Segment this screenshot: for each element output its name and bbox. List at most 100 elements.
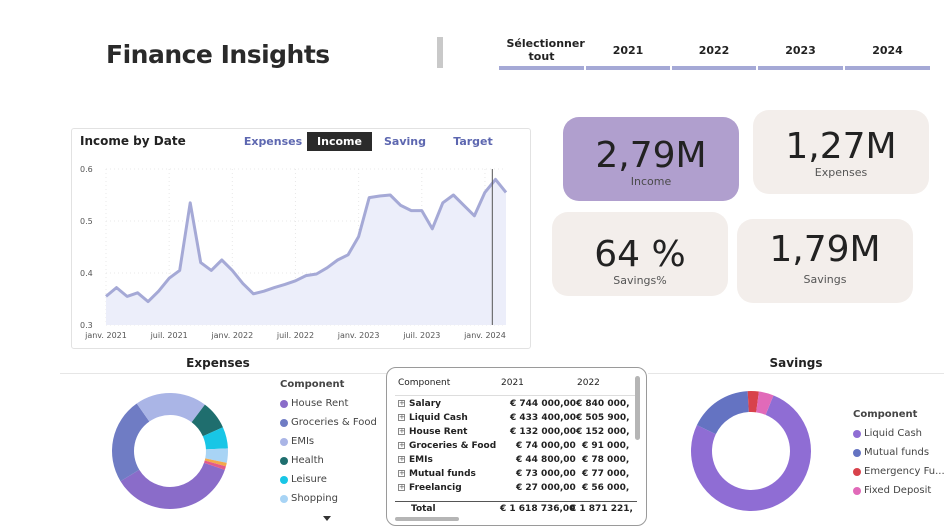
savings-legend-title: Component — [853, 409, 918, 420]
x-tick-label: janv. 2024 — [463, 331, 506, 340]
table-cell: € 433 400,00 — [510, 413, 577, 423]
legend-item-house-rent[interactable]: House Rent — [280, 394, 377, 413]
legend-item-mutual-funds[interactable]: Mutual funds — [853, 443, 945, 462]
horizontal-scrollbar[interactable] — [395, 517, 459, 521]
slicer-2023[interactable]: 2023 — [758, 34, 843, 70]
table-cell: € 44 800,00 — [516, 455, 576, 465]
table-row[interactable]: + EMIs — [398, 455, 433, 465]
legend-item-leisure[interactable]: Leisure — [280, 470, 377, 489]
x-axis-ticks: janv. 2021 juil. 2021 janv. 2022 juil. 2022… — [84, 331, 506, 340]
table-cell: € 74 000,00 — [516, 441, 576, 451]
kpi-expenses-label: Expenses — [814, 166, 868, 179]
header-divider — [437, 37, 443, 68]
kpi-savings-label: Savings — [803, 273, 847, 286]
table-cell: € 91 000, — [582, 441, 630, 451]
kpi-income-value: 2,79M — [595, 135, 707, 176]
matrix-total-2021: € 1 618 736,00 — [500, 504, 576, 514]
legend-swatch — [280, 456, 288, 465]
legend-item-shopping[interactable]: Shopping — [280, 489, 377, 508]
matrix-header-2021[interactable]: 2021 — [501, 378, 524, 388]
component-matrix: Component 2021 2022 + Salary € 744 000,00… — [386, 367, 647, 526]
kpi-savings-pct-label: Savings% — [613, 274, 667, 287]
matrix-header-component[interactable]: Component — [398, 378, 450, 388]
expand-icon[interactable]: + — [398, 484, 405, 491]
kpi-income-card[interactable]: 2,79M Income — [563, 117, 739, 201]
expand-icon[interactable]: + — [398, 428, 405, 435]
table-cell: € 27 000,00 — [516, 483, 576, 493]
table-cell: € 77 000, — [582, 469, 630, 479]
legend-item-health[interactable]: Health — [280, 451, 377, 470]
y-tick-label: 0.5 — [80, 217, 93, 226]
legend-swatch — [853, 486, 861, 495]
x-tick-label: janv. 2023 — [337, 331, 380, 340]
vertical-scrollbar[interactable] — [635, 376, 640, 440]
legend-item-emis[interactable]: EMIs — [280, 432, 377, 451]
kpi-savings-card[interactable]: 1,79M Savings — [737, 219, 913, 303]
kpi-savings-pct-card[interactable]: 64 % Savings% — [552, 212, 728, 296]
legend-item-fixed-deposit[interactable]: Fixed Deposit — [853, 481, 945, 500]
matrix-total-divider — [395, 501, 637, 502]
matrix-total-2022: € 1 871 221, — [570, 504, 633, 514]
table-cell: € 73 000,00 — [516, 469, 576, 479]
expand-icon[interactable]: + — [398, 400, 405, 407]
table-cell: € 78 000, — [582, 455, 630, 465]
table-row[interactable]: + Groceries & Food — [398, 441, 496, 451]
expenses-legend-title: Component — [280, 379, 345, 390]
savings-donut-chart — [691, 391, 811, 511]
section-divider-right — [648, 373, 944, 374]
legend-swatch — [853, 448, 861, 457]
expand-icon[interactable]: + — [398, 456, 405, 463]
y-tick-label: 0.4 — [80, 269, 93, 278]
legend-item-groceries[interactable]: Groceries & Food — [280, 413, 377, 432]
savings-section-title: Savings — [769, 356, 823, 370]
table-row[interactable]: + Mutual funds — [398, 469, 476, 479]
income-area-chart: 0.60.50.40.3 janv. 2021 juil. 2021 janv. 2… — [80, 165, 508, 340]
x-tick-label: juil. 2021 — [150, 331, 188, 340]
kpi-income-label: Income — [630, 175, 672, 188]
x-tick-label: janv. 2022 — [210, 331, 253, 340]
legend-swatch — [853, 467, 861, 476]
expand-icon[interactable]: + — [398, 442, 405, 449]
slicer-2024[interactable]: 2024 — [845, 34, 930, 70]
donut-slice — [112, 403, 150, 482]
table-cell: € 56 000, — [582, 483, 630, 493]
page-title: Finance Insights — [106, 40, 330, 69]
x-tick-label: juil. 2022 — [276, 331, 314, 340]
legend-swatch — [280, 437, 288, 446]
y-tick-label: 0.3 — [80, 321, 93, 330]
table-row[interactable]: + House Rent — [398, 427, 467, 437]
kpi-expenses-card[interactable]: 1,27M Expenses — [753, 110, 929, 194]
table-row[interactable]: + Salary — [398, 399, 441, 409]
x-tick-label: janv. 2021 — [84, 331, 127, 340]
expenses-section-title: Expenses — [186, 356, 250, 370]
legend-swatch — [280, 418, 288, 427]
matrix-header-2022[interactable]: 2022 — [577, 378, 600, 388]
table-cell: € 744 000,00 — [510, 399, 577, 409]
table-cell: € 505 900, — [576, 413, 630, 423]
kpi-savings-value: 1,79M — [769, 229, 881, 270]
legend-scroll-down-icon[interactable] — [323, 516, 331, 521]
table-row[interactable]: + Liquid Cash — [398, 413, 468, 423]
section-divider-left — [60, 373, 388, 374]
expand-icon[interactable]: + — [398, 414, 405, 421]
y-axis-ticks: 0.6 0.5 0.4 0.3 — [80, 165, 93, 330]
table-cell: € 840 000, — [576, 399, 630, 409]
slicer-2022[interactable]: 2022 — [672, 34, 756, 70]
slicer-2021[interactable]: 2021 — [586, 34, 670, 70]
slicer-select-all[interactable]: Sélectionner tout — [499, 34, 585, 70]
legend-item-emergency-fund[interactable]: Emergency Fu... — [853, 462, 945, 481]
legend-item-liquid-cash[interactable]: Liquid Cash — [853, 424, 945, 443]
table-row[interactable]: + Freelancig — [398, 483, 462, 493]
legend-swatch — [280, 399, 288, 408]
matrix-total-label: Total — [411, 504, 436, 514]
donut-slice — [696, 391, 749, 435]
income-chart-card: Income by Date Expenses Income Saving Ta… — [71, 128, 531, 349]
donut-slice — [136, 393, 205, 423]
kpi-expenses-value: 1,27M — [785, 126, 897, 167]
y-tick-label: 0.6 — [80, 165, 93, 174]
expand-icon[interactable]: + — [398, 470, 405, 477]
legend-swatch — [280, 494, 288, 503]
table-cell: € 152 000, — [576, 427, 630, 437]
matrix-header-divider — [395, 395, 637, 396]
kpi-savings-pct-value: 64 % — [594, 234, 686, 275]
